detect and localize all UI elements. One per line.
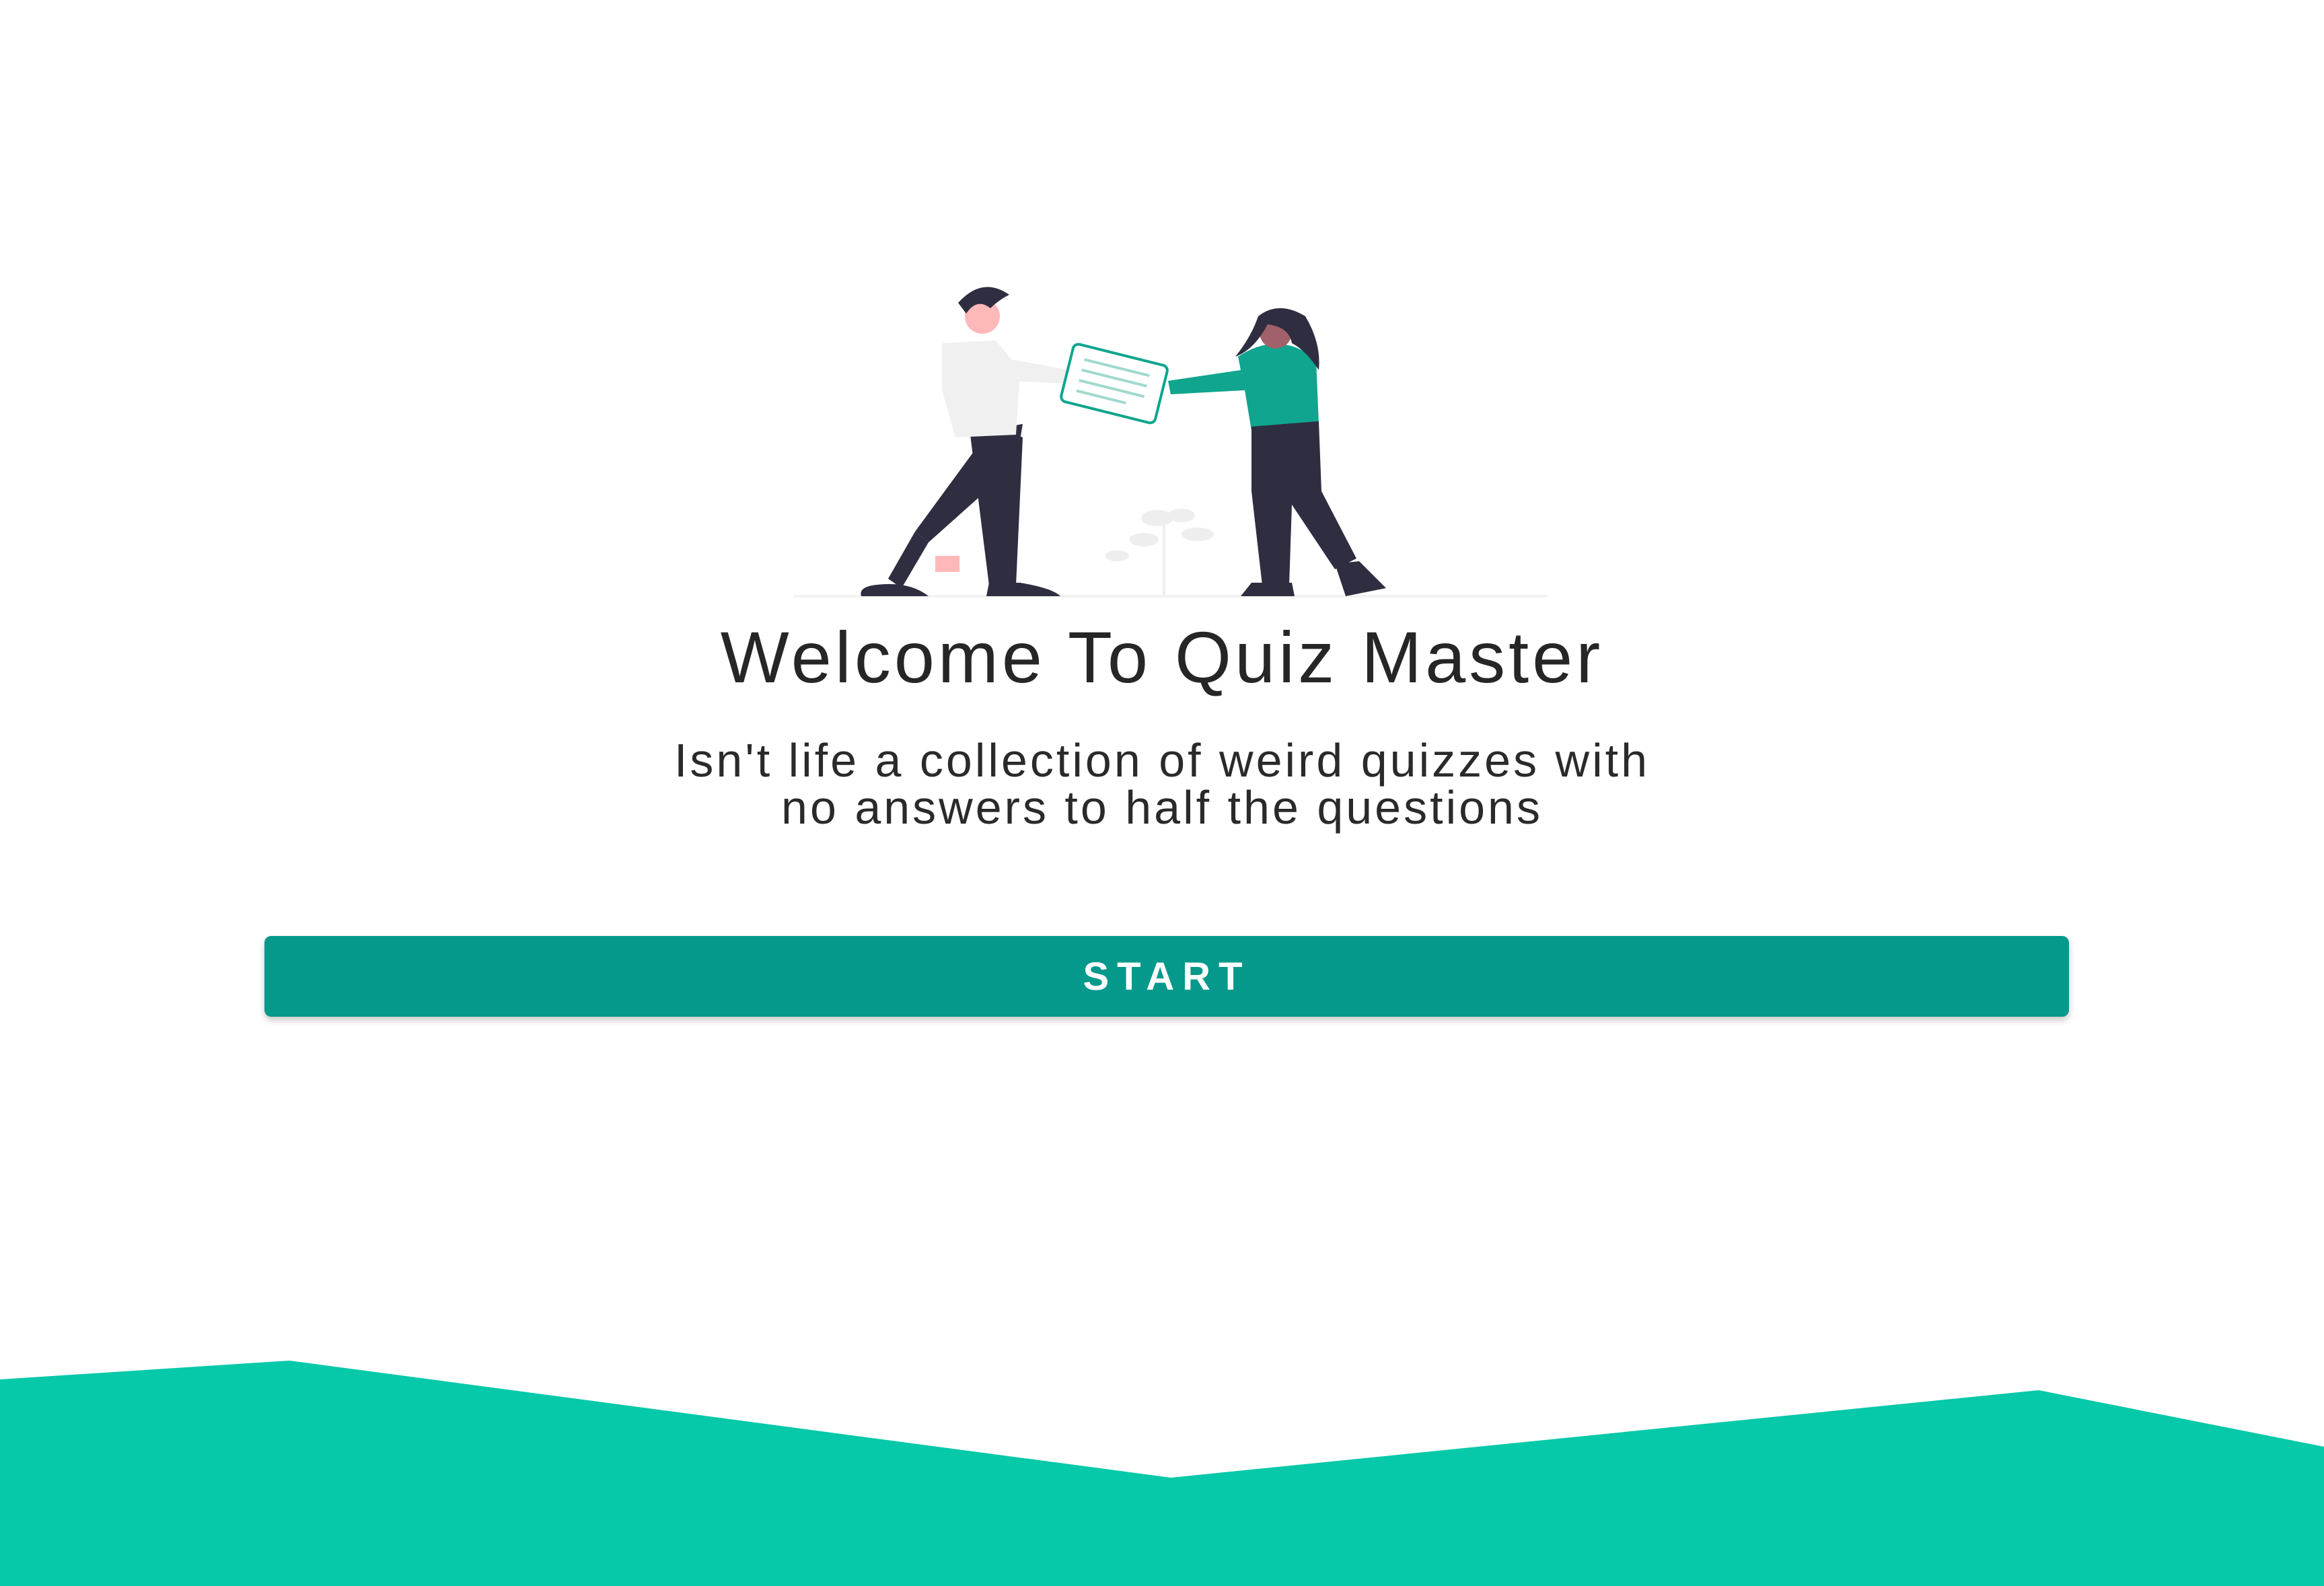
bottom-wave-decoration bbox=[0, 1361, 2324, 1586]
man-figure bbox=[861, 287, 1070, 596]
start-button[interactable]: START bbox=[264, 936, 2069, 1017]
plant-decoration bbox=[1105, 509, 1214, 595]
quiz-clipboard bbox=[1060, 343, 1169, 425]
woman-figure bbox=[1168, 308, 1386, 596]
subtitle-line-2: no answers to half the questions bbox=[781, 781, 1543, 834]
welcome-screen: Welcome To Quiz Master Isn't life a coll… bbox=[0, 0, 2324, 1586]
subtitle-line-1: Isn't life a collection of weird quizzes… bbox=[674, 734, 1650, 787]
welcome-subtitle: Isn't life a collection of weird quizzes… bbox=[220, 737, 2104, 831]
welcome-title: Welcome To Quiz Master bbox=[720, 616, 1604, 698]
people-exchanging-quiz-illustration bbox=[794, 287, 1548, 598]
